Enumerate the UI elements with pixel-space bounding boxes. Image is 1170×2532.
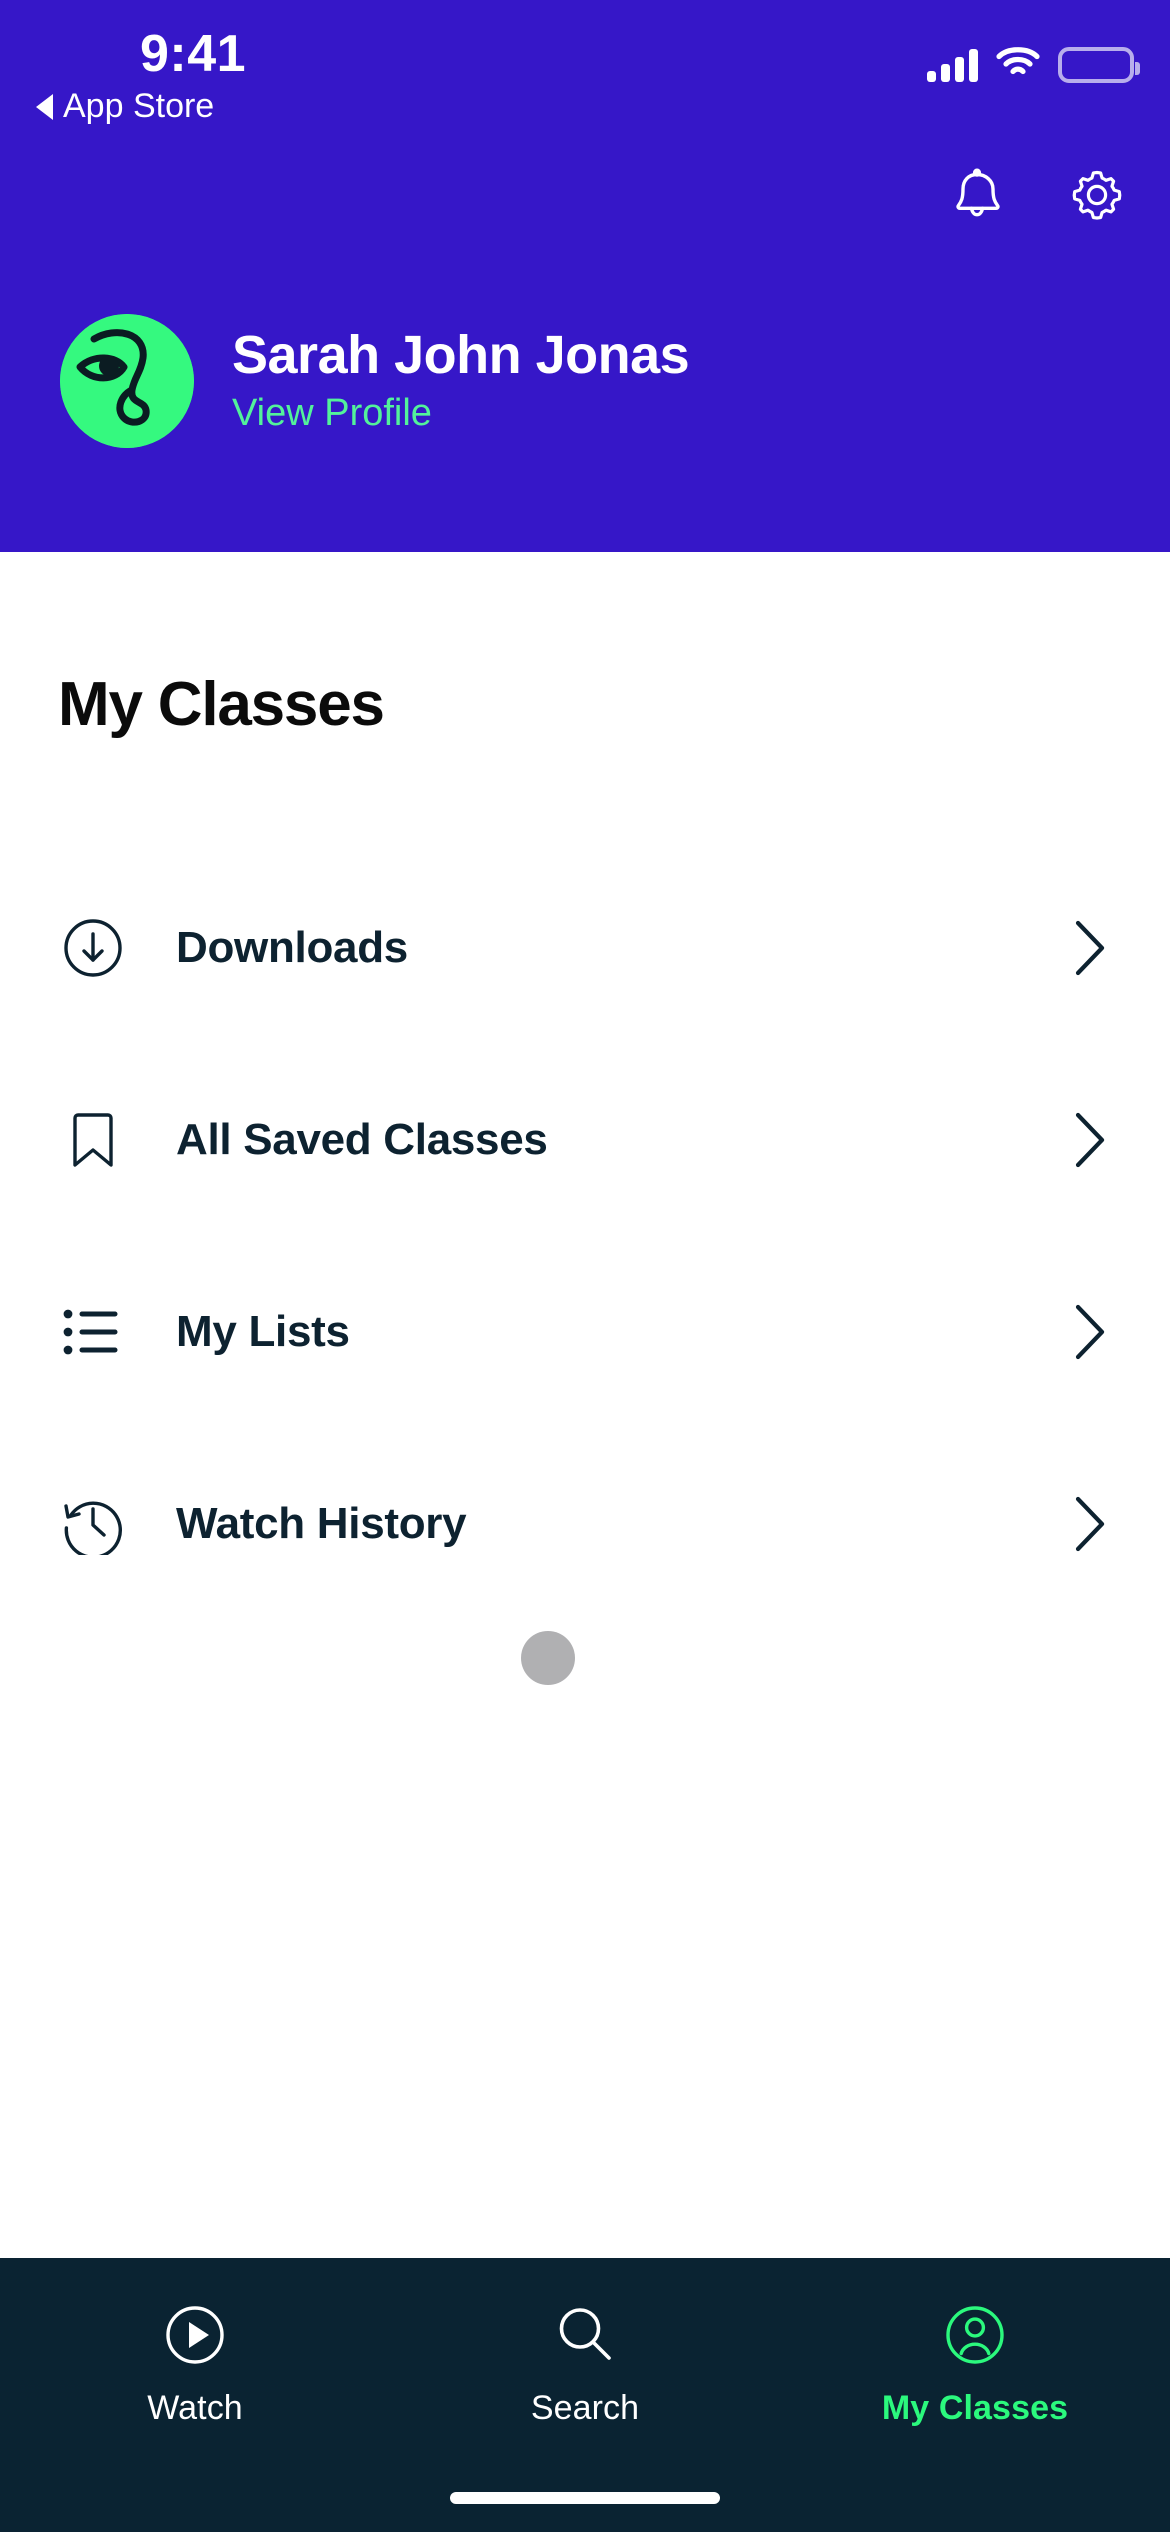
bookmark-icon [62, 1109, 124, 1171]
menu-item-my-lists[interactable]: My Lists [0, 1236, 1170, 1428]
chevron-right-icon [1068, 1111, 1112, 1169]
back-triangle-icon [36, 93, 53, 120]
tab-my-classes[interactable]: My Classes [780, 2304, 1170, 2428]
home-indicator[interactable] [450, 2492, 720, 2504]
wifi-icon [996, 46, 1040, 83]
notifications-bell-icon[interactable] [948, 166, 1006, 224]
person-circle-icon [944, 2304, 1006, 2371]
chevron-right-icon [1068, 919, 1112, 977]
page-title: My Classes [58, 670, 385, 739]
tab-watch[interactable]: Watch [0, 2304, 390, 2428]
battery-icon [1058, 46, 1140, 83]
menu-item-all-saved-classes[interactable]: All Saved Classes [0, 1044, 1170, 1236]
main-content: My Classes Downloads All Saved Classes M… [0, 552, 1170, 2258]
app-header: 9:41 App Store Sarah John Jonas View Pro… [0, 0, 1170, 552]
menu-item-label: All Saved Classes [176, 1115, 548, 1164]
menu-item-label: My Lists [176, 1307, 350, 1356]
play-circle-icon [164, 2304, 226, 2371]
tab-label: Watch [147, 2389, 243, 2427]
history-clock-icon [62, 1493, 124, 1555]
settings-gear-icon[interactable] [1068, 166, 1126, 224]
tab-label: Search [530, 2389, 640, 2427]
bottom-tab-bar: Watch Search My Classes [0, 2258, 1170, 2532]
header-action-buttons [948, 166, 1126, 224]
my-classes-menu: Downloads All Saved Classes My Lists Wat… [0, 852, 1170, 1620]
signal-bars-icon [927, 48, 978, 82]
profile-text: Sarah John Jonas View Profile [232, 325, 690, 436]
app-screen: 9:41 App Store Sarah John Jonas View Pro… [0, 0, 1170, 2532]
status-time: 9:41 [140, 25, 247, 83]
view-profile-link[interactable]: View Profile [232, 392, 689, 436]
chevron-right-icon [1068, 1303, 1112, 1361]
list-icon [62, 1307, 124, 1357]
menu-item-label: Watch History [176, 1499, 467, 1548]
status-indicators [927, 46, 1140, 83]
profile-summary[interactable]: Sarah John Jonas View Profile [60, 314, 690, 448]
menu-item-watch-history[interactable]: Watch History [0, 1428, 1170, 1620]
avatar [60, 314, 194, 448]
tab-search[interactable]: Search [390, 2304, 780, 2428]
tap-indicator-cursor [521, 1631, 575, 1685]
back-to-app-store-link[interactable]: App Store [36, 87, 214, 126]
chevron-right-icon [1068, 1495, 1112, 1553]
download-circle-icon [62, 917, 124, 979]
menu-item-label: Downloads [176, 923, 408, 972]
search-icon [554, 2304, 616, 2371]
back-label: App Store [63, 87, 215, 125]
status-bar: 9:41 App Store [0, 0, 1170, 140]
profile-name: Sarah John Jonas [232, 325, 690, 386]
menu-item-downloads[interactable]: Downloads [0, 852, 1170, 1044]
tab-label: My Classes [881, 2389, 1069, 2427]
